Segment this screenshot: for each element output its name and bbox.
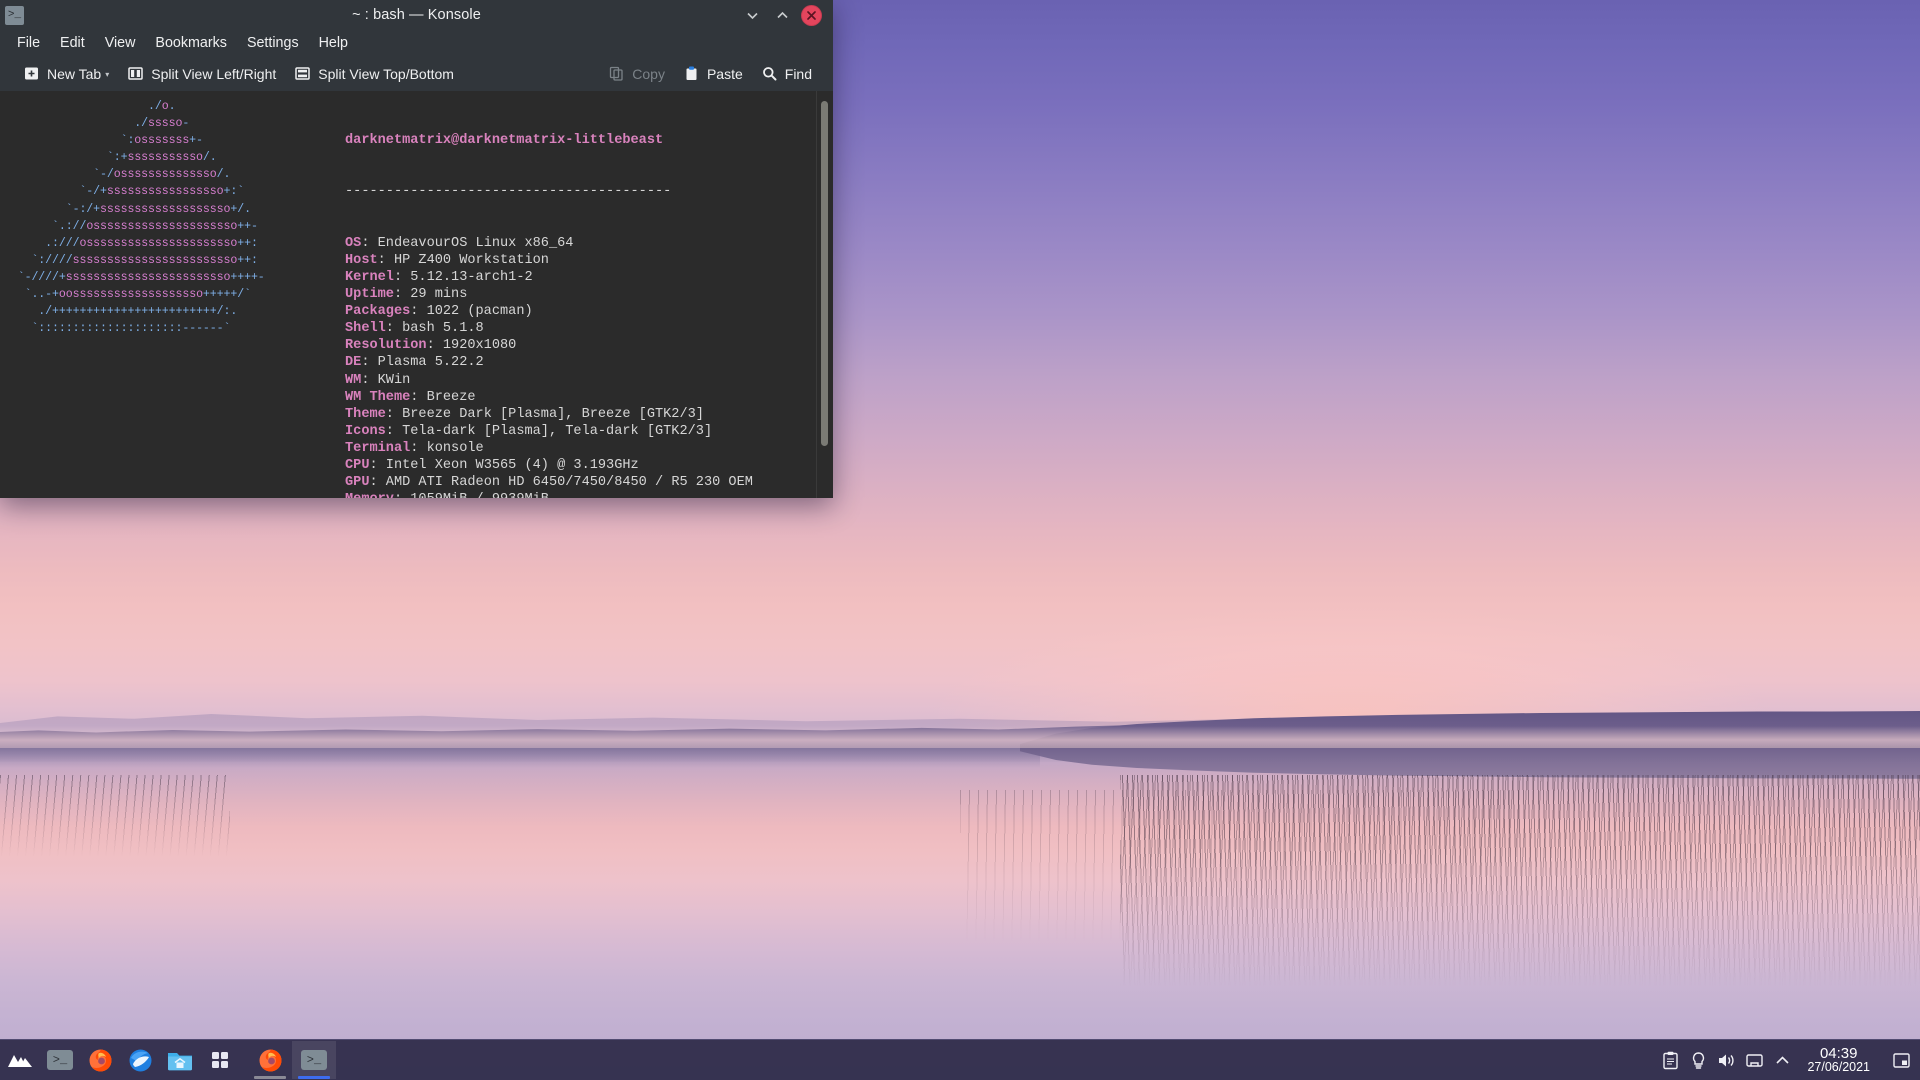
clipboard-icon[interactable] [1657, 1040, 1683, 1080]
neofetch-row: Theme: Breeze Dark [Plasma], Breeze [GTK… [345, 406, 704, 422]
clock-date: 27/06/2021 [1807, 1060, 1870, 1075]
window-titlebar[interactable]: >_ ~ : bash — Konsole [0, 0, 833, 30]
neofetch-row: WM: KWin [345, 372, 411, 388]
firefox-icon[interactable] [80, 1040, 120, 1080]
paste-icon [683, 65, 700, 82]
paste-button[interactable]: Paste [674, 61, 752, 86]
main-toolbar: New Tab ▾ Split View Left/Right Split Vi… [0, 56, 833, 91]
menu-item-edit[interactable]: Edit [51, 32, 94, 54]
neofetch-separator: ---------------------------------------- [345, 184, 672, 200]
neofetch-row: Uptime: 29 mins [345, 287, 468, 303]
window-title: ~ : bash — Konsole [352, 7, 481, 23]
network-icon[interactable] [1741, 1040, 1767, 1080]
find-button[interactable]: Find [752, 61, 821, 86]
terminal-view[interactable]: ./o. ./sssso- `:osssssss+- `:+ssssssssss… [0, 91, 833, 498]
split-view-left-right-button[interactable]: Split View Left/Right [118, 61, 285, 86]
show-hidden-icon[interactable] [1769, 1040, 1795, 1080]
show-desktop-icon[interactable] [1888, 1040, 1914, 1080]
split-tb-label: Split View Top/Bottom [318, 65, 454, 82]
chevron-down-icon[interactable]: ▾ [105, 70, 109, 82]
terminal-scrollbar[interactable] [816, 91, 833, 498]
neofetch-row: Icons: Tela-dark [Plasma], Tela-dark [GT… [345, 423, 713, 439]
menu-item-file[interactable]: File [8, 32, 49, 54]
window-controls [741, 4, 833, 26]
terminal-icon: >_ [301, 1050, 327, 1070]
neofetch-row: Kernel: 5.12.13-arch1-2 [345, 269, 533, 285]
konsole-window[interactable]: >_ ~ : bash — Konsole File Edit View Boo… [0, 0, 833, 498]
system-tray: 04:39 27/06/2021 [1657, 1040, 1920, 1080]
copy-icon [608, 65, 625, 82]
endeavouros-menu-icon[interactable] [0, 1040, 40, 1080]
copy-button: Copy [599, 61, 674, 86]
terminal-icon: >_ [5, 5, 24, 25]
neofetch-ascii-logo: ./o. ./sssso- `:osssssss+- `:+ssssssssss… [17, 100, 265, 336]
menu-item-view[interactable]: View [96, 32, 145, 54]
firefox-task[interactable] [248, 1041, 292, 1079]
konsole-task[interactable]: >_ [292, 1041, 336, 1079]
neofetch-info: darknetmatrix@darknetmatrix-littlebeast … [345, 98, 753, 498]
neofetch-row: Packages: 1022 (pacman) [345, 304, 533, 320]
scrollbar-thumb[interactable] [821, 101, 828, 446]
brightness-icon[interactable] [1685, 1040, 1711, 1080]
paste-label: Paste [706, 65, 743, 82]
neofetch-row: DE: Plasma 5.22.2 [345, 355, 484, 371]
wallpaper-reflection-left [0, 748, 1040, 768]
neofetch-fields: OS: EndeavourOS Linux x86_64 Host: HP Z40… [345, 235, 753, 498]
thunderbird-icon[interactable] [120, 1040, 160, 1080]
digital-clock[interactable]: 04:39 27/06/2021 [1797, 1044, 1880, 1075]
split-lr-label: Split View Left/Right [151, 65, 277, 82]
task-indicator-active [298, 1076, 330, 1079]
taskbar-launchers: >_ [0, 1040, 240, 1080]
neofetch-row: Host: HP Z400 Workstation [345, 252, 549, 268]
copy-label: Copy [632, 65, 665, 82]
close-icon[interactable] [801, 4, 822, 26]
neofetch-row: CPU: Intel Xeon W3565 (4) @ 3.193GHz [345, 457, 639, 473]
clock-time: 04:39 [1819, 1044, 1858, 1062]
neofetch-row: Shell: bash 5.1.8 [345, 321, 484, 337]
menu-item-settings[interactable]: Settings [238, 32, 308, 54]
taskbar-task-entries: >_ [248, 1040, 336, 1080]
file-manager-icon[interactable] [160, 1040, 200, 1080]
wallpaper-reeds [1120, 775, 1920, 1005]
split-tb-icon [294, 65, 311, 82]
neofetch-row: Memory: 1059MiB / 9939MiB [345, 491, 753, 498]
neofetch-user-host: darknetmatrix@darknetmatrix-littlebeast [345, 133, 664, 149]
neofetch-row: Resolution: 1920x1080 [345, 338, 517, 354]
search-icon [761, 65, 778, 82]
split-view-top-bottom-button[interactable]: Split View Top/Bottom [285, 61, 463, 86]
chevron-down-icon[interactable] [741, 4, 763, 26]
split-lr-icon [127, 65, 144, 82]
neofetch-row: WM Theme: Breeze [345, 389, 476, 405]
menu-bar: File Edit View Bookmarks Settings Help [0, 30, 833, 56]
menu-item-bookmarks[interactable]: Bookmarks [146, 32, 236, 54]
new-tab-icon [23, 65, 40, 82]
terminal-content[interactable]: ./o. ./sssso- `:osssssss+- `:+ssssssssss… [0, 91, 816, 498]
app-grid-icon[interactable] [200, 1040, 240, 1080]
volume-icon[interactable] [1713, 1040, 1739, 1080]
task-indicator [254, 1076, 286, 1079]
neofetch-row: GPU: AMD ATI Radeon HD 6450/7450/8450 / … [345, 475, 753, 491]
neofetch-row: OS: EndeavourOS Linux x86_64 [345, 235, 574, 251]
neofetch-row: Terminal: konsole [345, 440, 484, 456]
new-tab-label: New Tab [47, 65, 102, 82]
chevron-up-icon[interactable] [771, 4, 793, 26]
find-label: Find [784, 65, 812, 82]
menu-item-help[interactable]: Help [310, 32, 357, 54]
wallpaper-rocks [0, 775, 230, 865]
new-tab-button[interactable]: New Tab ▾ [14, 61, 118, 86]
terminal-icon[interactable]: >_ [40, 1040, 80, 1080]
taskbar[interactable]: >_ >_ 04:39 27/06/2021 [0, 1039, 1920, 1080]
